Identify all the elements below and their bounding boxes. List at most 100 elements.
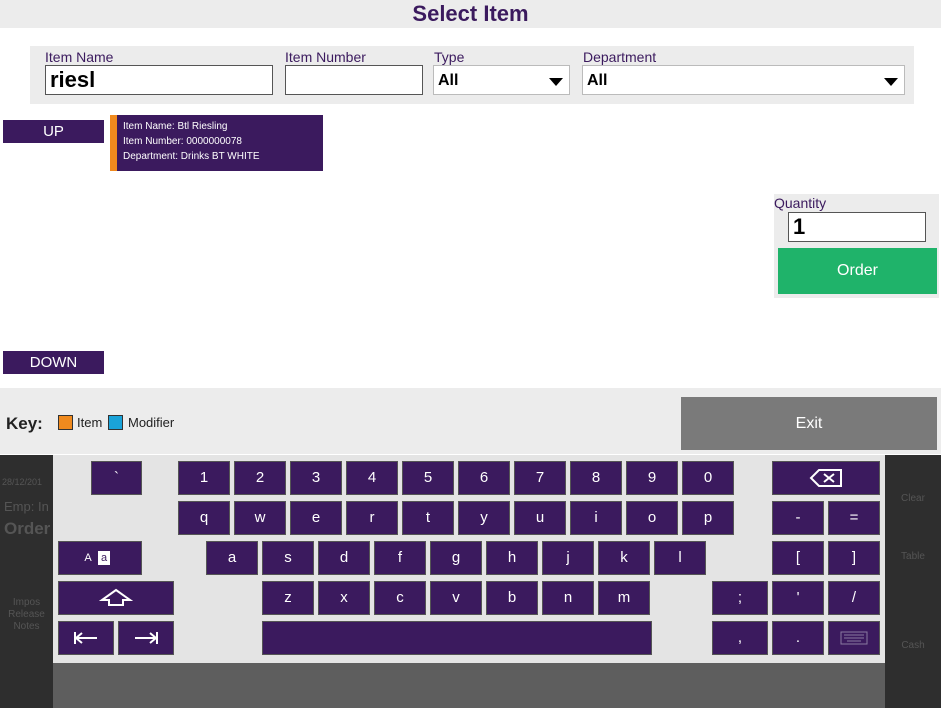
key-legend-bar: Key: Item Modifier Exit (0, 388, 941, 454)
key-5[interactable]: 5 (402, 461, 454, 495)
key-l[interactable]: l (654, 541, 706, 575)
background-order-label: Order (4, 519, 51, 538)
key-g[interactable]: g (430, 541, 482, 575)
key-t[interactable]: t (402, 501, 454, 535)
key-3[interactable]: 3 (290, 461, 342, 495)
key-o[interactable]: o (626, 501, 678, 535)
quantity-input[interactable]: 1 (788, 212, 926, 242)
order-button[interactable]: Order (778, 248, 937, 294)
key-period[interactable]: . (772, 621, 824, 655)
keyboard-footer (53, 663, 885, 708)
background-date: 28/12/201 (2, 477, 43, 487)
key-z[interactable]: z (262, 581, 314, 615)
shift-arrow-icon (98, 588, 134, 607)
page-header: Select Item (0, 0, 941, 28)
key-j[interactable]: j (542, 541, 594, 575)
type-select-value: All (438, 72, 459, 89)
key-d[interactable]: d (318, 541, 370, 575)
item-name-line: Item Name: Btl Riesling (123, 121, 228, 132)
legend-modifier-label: Modifier (128, 415, 175, 430)
background-impos-notes: Impos Release Notes (0, 597, 53, 633)
key-v[interactable]: v (430, 581, 482, 615)
key-case-toggle[interactable]: A a (58, 541, 142, 575)
key-space[interactable] (262, 621, 652, 655)
item-name-label: Item Name (45, 49, 114, 65)
exit-button[interactable]: Exit (681, 397, 937, 450)
key-tab-back[interactable] (58, 621, 114, 655)
up-button[interactable]: UP (3, 120, 104, 143)
key-left-bracket[interactable]: [ (772, 541, 824, 575)
key-n[interactable]: n (542, 581, 594, 615)
filter-bar: Item Name riesl Item Number Type All Dep… (30, 46, 914, 104)
key-tab-forward[interactable] (118, 621, 174, 655)
backspace-icon (809, 469, 842, 488)
legend-title: Key: (6, 414, 43, 433)
modifier-color-swatch (108, 415, 123, 430)
background-right-panel: Clear Table Cash (885, 455, 941, 708)
background-notes: Notes (13, 621, 40, 632)
key-q[interactable]: q (178, 501, 230, 535)
key-x[interactable]: x (318, 581, 370, 615)
background-release: Release (8, 609, 45, 620)
item-name-input[interactable]: riesl (45, 65, 273, 95)
item-department-line: Department: Drinks BT WHITE (123, 151, 260, 162)
key-1[interactable]: 1 (178, 461, 230, 495)
quantity-label: Quantity (774, 195, 827, 211)
key-hide-keyboard[interactable] (828, 621, 880, 655)
key-semicolon[interactable]: ; (712, 581, 768, 615)
background-clear: Clear (901, 493, 925, 504)
key-8[interactable]: 8 (570, 461, 622, 495)
key-s[interactable]: s (262, 541, 314, 575)
background-table: Table (901, 551, 925, 562)
page-title: Select Item (412, 1, 529, 26)
department-label: Department (583, 49, 657, 65)
key-minus[interactable]: - (772, 501, 824, 535)
key-shift[interactable] (58, 581, 174, 615)
key-p[interactable]: p (682, 501, 734, 535)
key-6[interactable]: 6 (458, 461, 510, 495)
case-upper-label: A (84, 552, 92, 564)
on-screen-keyboard: ` 1 2 3 4 5 6 7 8 9 0 q w e r t y u i o … (53, 455, 885, 663)
item-number-input[interactable] (285, 65, 423, 95)
key-0[interactable]: 0 (682, 461, 734, 495)
key-e[interactable]: e (290, 501, 342, 535)
key-u[interactable]: u (514, 501, 566, 535)
item-number-label: Item Number (285, 49, 366, 65)
department-select[interactable]: All (582, 65, 905, 95)
department-select-value: All (587, 72, 608, 89)
key-quote[interactable]: ' (772, 581, 824, 615)
key-y[interactable]: y (458, 501, 510, 535)
tab-back-icon (74, 632, 97, 645)
background-cash: Cash (901, 640, 925, 651)
key-2[interactable]: 2 (234, 461, 286, 495)
key-c[interactable]: c (374, 581, 426, 615)
item-card[interactable]: Item Name: Btl Riesling Item Number: 000… (110, 115, 323, 171)
key-w[interactable]: w (234, 501, 286, 535)
key-f[interactable]: f (374, 541, 426, 575)
key-i[interactable]: i (570, 501, 622, 535)
key-slash[interactable]: / (828, 581, 880, 615)
legend-item-label: Item (77, 415, 103, 430)
select-item-screen: { "header": { "title": "Select Item" }, … (0, 0, 941, 708)
key-4[interactable]: 4 (346, 461, 398, 495)
background-impos: Impos (12, 597, 41, 608)
key-r[interactable]: r (346, 501, 398, 535)
type-label: Type (434, 49, 465, 65)
key-k[interactable]: k (598, 541, 650, 575)
key-backtick[interactable]: ` (91, 461, 142, 495)
key-equals[interactable]: = (828, 501, 880, 535)
key-h[interactable]: h (486, 541, 538, 575)
key-right-bracket[interactable]: ] (828, 541, 880, 575)
key-backspace[interactable] (772, 461, 880, 495)
tab-forward-icon (135, 632, 158, 645)
key-b[interactable]: b (486, 581, 538, 615)
chevron-down-icon (549, 78, 563, 86)
key-9[interactable]: 9 (626, 461, 678, 495)
key-comma[interactable]: , (712, 621, 768, 655)
down-button[interactable]: DOWN (3, 351, 104, 374)
key-7[interactable]: 7 (514, 461, 566, 495)
type-select[interactable]: All (433, 65, 570, 95)
key-a[interactable]: a (206, 541, 258, 575)
key-m[interactable]: m (598, 581, 650, 615)
chevron-down-icon (884, 78, 898, 86)
